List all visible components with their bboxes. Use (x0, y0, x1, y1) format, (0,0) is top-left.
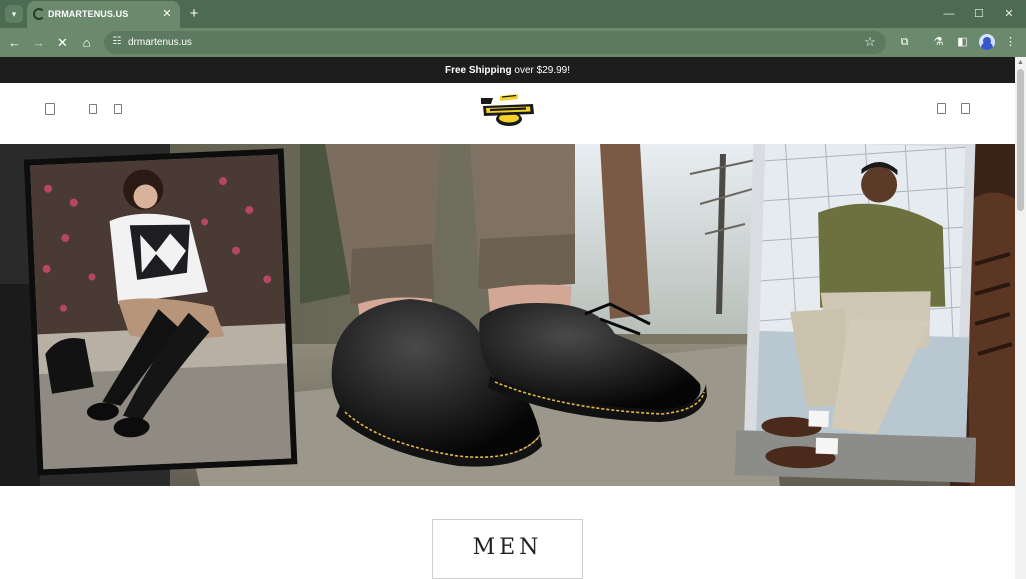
site-header (0, 83, 1015, 144)
scroll-up-icon[interactable]: ▲ (1017, 59, 1024, 66)
address-bar[interactable]: ☷ drmartenus.us ☆ (104, 31, 886, 54)
men-category-button[interactable]: MEN (432, 519, 583, 579)
maximize-icon[interactable]: ☐ (970, 5, 988, 23)
labs-icon[interactable]: ⚗ (930, 34, 947, 51)
site-settings-icon[interactable]: ☷ (111, 36, 123, 48)
dr-martens-logo[interactable] (478, 92, 538, 128)
account-icon[interactable] (937, 103, 946, 114)
tab-search-icon[interactable]: ▾ (5, 5, 23, 23)
sidebar-icon[interactable]: ◧ (954, 34, 971, 51)
menu-icon[interactable] (45, 103, 55, 115)
announcement-bold: Free Shipping (444, 65, 512, 76)
announcement-text: over $29.99! (511, 65, 571, 76)
home-icon[interactable]: ⌂ (78, 34, 95, 51)
new-tab-button[interactable]: + (185, 5, 203, 23)
cart-icon[interactable] (961, 103, 970, 114)
scrollbar-thumb[interactable] (1017, 69, 1024, 211)
close-window-icon[interactable]: ✕ (1000, 5, 1018, 23)
tab-title: DRMARTENUS.US (48, 9, 129, 19)
back-icon[interactable]: ← (6, 34, 23, 51)
extensions-icon[interactable]: ⧉ (896, 34, 913, 51)
web-page: Free Shipping over $29.99! MEN (0, 57, 1015, 579)
bookmark-star-icon[interactable]: ☆ (862, 34, 878, 50)
url-text[interactable]: drmartenus.us (128, 37, 192, 48)
browser-tab[interactable]: DRMARTENUS.US ✕ (27, 1, 180, 28)
hero-banner-image[interactable] (0, 144, 1015, 486)
announcement-bar: Free Shipping over $29.99! (0, 57, 1015, 83)
browser-tab-strip: ▾ DRMARTENUS.US ✕ + — ☐ ✕ (0, 0, 1026, 28)
tab-close-icon[interactable]: ✕ (160, 7, 174, 21)
stop-icon[interactable]: ✕ (54, 34, 71, 51)
forward-icon[interactable]: → (30, 34, 47, 51)
page-scrollbar[interactable]: ▲ (1015, 57, 1026, 579)
location-icon[interactable] (114, 104, 122, 114)
search-icon[interactable] (89, 104, 97, 114)
more-menu-icon[interactable]: ⋮ (1002, 34, 1019, 51)
profile-icon[interactable] (979, 34, 995, 50)
browser-toolbar: ← → ✕ ⌂ ☷ drmartenus.us ☆ ⧉ ⚗ ◧ ⋮ (0, 28, 1026, 57)
loading-spinner-icon (33, 8, 45, 20)
minimize-icon[interactable]: — (940, 5, 958, 23)
